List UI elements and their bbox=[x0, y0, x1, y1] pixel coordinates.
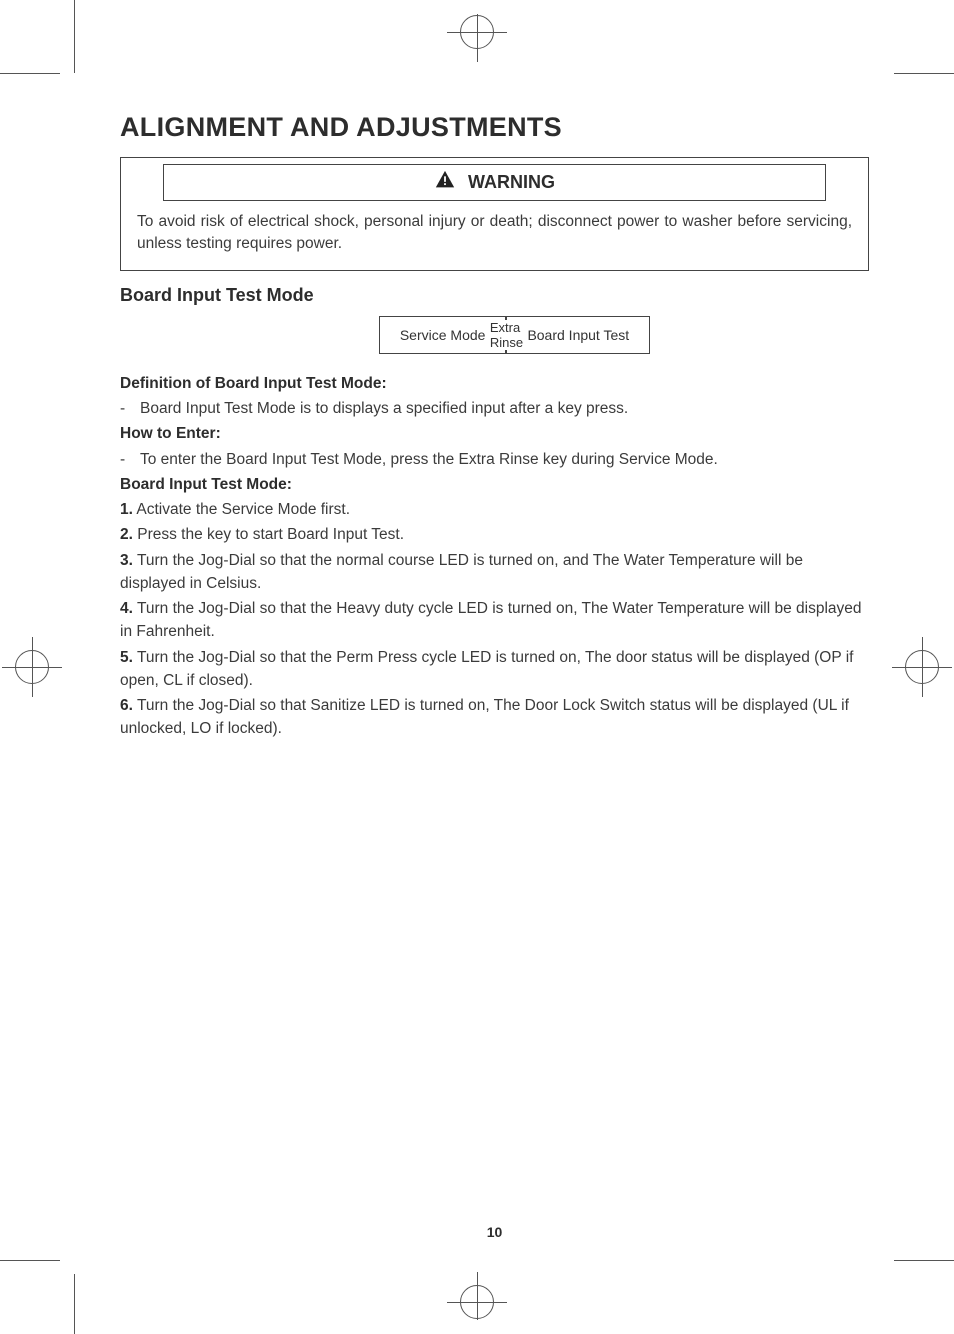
how-to-enter-item: - To enter the Board Input Test Mode, pr… bbox=[120, 448, 869, 471]
warning-label: WARNING bbox=[468, 172, 555, 193]
step-number: 3. bbox=[120, 552, 133, 569]
crop-mark bbox=[74, 1274, 75, 1334]
step-text: Press the key to start Board Input Test. bbox=[137, 526, 404, 543]
step-number: 5. bbox=[120, 649, 133, 666]
step-number: 6. bbox=[120, 697, 133, 714]
warning-text: To avoid risk of electrical shock, perso… bbox=[137, 211, 852, 256]
section-heading: Board Input Test Mode bbox=[120, 285, 869, 306]
diagram-arrow-label: Extra Rinse bbox=[486, 320, 527, 350]
step-text: Activate the Service Mode first. bbox=[136, 501, 350, 518]
step-item: 3. Turn the Jog-Dial so that the normal … bbox=[120, 549, 869, 596]
step-number: 1. bbox=[120, 501, 133, 518]
diagram-box-board-input-test: Board Input Test bbox=[506, 316, 650, 354]
page-number: 10 bbox=[120, 1224, 869, 1240]
crop-mark bbox=[74, 0, 75, 73]
crop-mark bbox=[894, 73, 954, 74]
step-text: Turn the Jog-Dial so that the Perm Press… bbox=[120, 649, 853, 689]
step-text: Turn the Jog-Dial so that the normal cou… bbox=[120, 552, 803, 592]
how-to-enter-text: To enter the Board Input Test Mode, pres… bbox=[140, 448, 869, 471]
registration-mark-icon bbox=[2, 637, 62, 697]
step-number: 4. bbox=[120, 600, 133, 617]
mode-diagram: Service Mode Extra Rinse Board Input Tes… bbox=[160, 316, 869, 354]
step-item: 4. Turn the Jog-Dial so that the Heavy d… bbox=[120, 597, 869, 644]
steps-heading: Board Input Test Mode: bbox=[120, 473, 869, 496]
step-text: Turn the Jog-Dial so that the Heavy duty… bbox=[120, 600, 862, 640]
crop-mark bbox=[0, 1260, 60, 1261]
step-item: 5. Turn the Jog-Dial so that the Perm Pr… bbox=[120, 646, 869, 693]
definition-item: - Board Input Test Mode is to displays a… bbox=[120, 397, 869, 420]
bullet-dash: - bbox=[120, 448, 140, 471]
registration-mark-icon bbox=[447, 2, 507, 62]
definition-text: Board Input Test Mode is to displays a s… bbox=[140, 397, 869, 420]
step-item: 2. Press the key to start Board Input Te… bbox=[120, 523, 869, 546]
step-text: Turn the Jog-Dial so that Sanitize LED i… bbox=[120, 697, 849, 737]
page-title: ALIGNMENT AND ADJUSTMENTS bbox=[120, 112, 869, 143]
step-item: 6. Turn the Jog-Dial so that Sanitize LE… bbox=[120, 694, 869, 741]
definition-heading: Definition of Board Input Test Mode: bbox=[120, 372, 869, 395]
step-number: 2. bbox=[120, 526, 133, 543]
bullet-dash: - bbox=[120, 397, 140, 420]
registration-mark-icon bbox=[447, 1272, 507, 1332]
registration-mark-icon bbox=[892, 637, 952, 697]
step-item: 1. Activate the Service Mode first. bbox=[120, 498, 869, 521]
warning-icon bbox=[434, 169, 456, 196]
crop-mark bbox=[894, 1260, 954, 1261]
warning-header: WARNING bbox=[163, 164, 826, 201]
warning-box: WARNING To avoid risk of electrical shoc… bbox=[120, 157, 869, 271]
how-to-enter-heading: How to Enter: bbox=[120, 422, 869, 445]
crop-mark bbox=[0, 73, 60, 74]
